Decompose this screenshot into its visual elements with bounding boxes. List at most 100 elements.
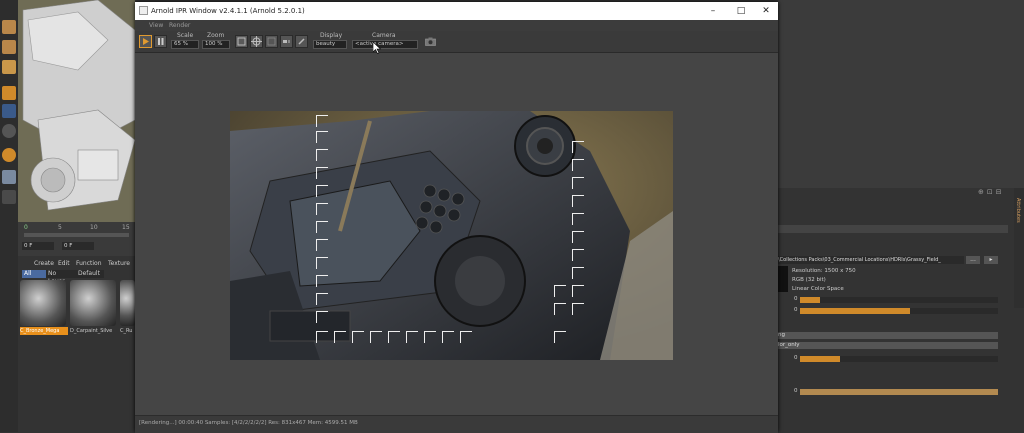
render-bucket <box>316 149 328 161</box>
render-bucket <box>572 231 584 243</box>
render-mech-image <box>230 111 673 360</box>
side-tab-label: Attributes <box>1015 198 1021 223</box>
timeline-tick: 0 <box>24 224 28 231</box>
render-bucket <box>554 331 566 343</box>
render-bucket <box>316 293 328 305</box>
snap-icon[interactable] <box>2 124 16 138</box>
menu-edit[interactable]: Edit <box>58 260 70 268</box>
maximize-icon[interactable]: □ <box>727 2 755 20</box>
display-dropdown[interactable]: beauty <box>313 40 347 49</box>
render-bucket <box>316 131 328 143</box>
crosshair-icon <box>251 36 262 47</box>
render-bucket <box>316 257 328 269</box>
scale-label: Scale <box>177 32 194 39</box>
tab-no-layer[interactable]: No Layer <box>46 270 76 285</box>
browse-button[interactable]: ... <box>966 256 980 264</box>
zoom-field[interactable]: 100 % <box>202 40 230 49</box>
menu-view[interactable]: View <box>149 20 163 31</box>
channel-button[interactable] <box>280 35 293 48</box>
menu-function[interactable]: Function <box>76 260 102 268</box>
slider-fill <box>800 297 820 303</box>
title-bar[interactable]: Arnold IPR Window v2.4.1.1 (Arnold 5.2.0… <box>135 2 778 20</box>
tab-all[interactable]: All <box>22 270 46 278</box>
render-image[interactable] <box>230 111 673 360</box>
side-tab[interactable]: Attributes <box>1014 188 1024 308</box>
render-bucket <box>316 167 328 179</box>
value-label: 0 <box>794 307 798 313</box>
host-left-toolbar <box>0 0 19 432</box>
menu-create[interactable]: Create <box>34 260 54 268</box>
frame-field-2[interactable]: 0 F <box>62 242 94 250</box>
grid-icon <box>267 37 276 46</box>
render-bucket <box>572 285 584 297</box>
render-bucket <box>316 221 328 233</box>
checker-icon[interactable] <box>2 170 16 184</box>
layer-icon[interactable] <box>2 190 16 204</box>
grid-icon[interactable] <box>2 104 16 118</box>
dropdown-a[interactable]: ng <box>778 332 998 339</box>
scale-field[interactable]: 65 % <box>171 40 199 49</box>
material-preview[interactable] <box>20 280 66 326</box>
render-bucket <box>572 303 584 315</box>
pause-icon <box>158 38 164 45</box>
host-3d-viewport[interactable] <box>18 0 135 222</box>
texture-resolution: Resolution: 1500 x 750 <box>792 268 856 274</box>
render-bucket <box>316 239 328 251</box>
host-timeline[interactable]: 0 5 10 15 0 F 0 F <box>18 222 135 256</box>
material-name[interactable]: C_Ru <box>120 327 135 335</box>
menu-texture[interactable]: Texture <box>108 260 130 268</box>
timeline-ruler[interactable]: 0 5 10 15 <box>22 224 131 232</box>
grid-button[interactable] <box>265 35 278 48</box>
material-preview[interactable] <box>120 280 135 326</box>
region-button[interactable] <box>235 35 248 48</box>
play-icon <box>143 38 149 45</box>
file-path-field[interactable]: \Collections Packs\03_Commercial Locatio… <box>778 256 964 264</box>
render-bucket <box>370 331 382 343</box>
options-button[interactable]: ▸ <box>984 256 998 264</box>
dropdown-b[interactable]: lor_only <box>778 342 998 349</box>
menu-render[interactable]: Render <box>169 20 190 31</box>
axis-icon[interactable] <box>2 86 16 100</box>
pause-button[interactable] <box>154 35 167 48</box>
render-bucket <box>316 185 328 197</box>
material-name[interactable]: D_Carpaint_Silve <box>70 327 118 335</box>
cube-icon[interactable] <box>2 40 16 54</box>
render-canvas[interactable] <box>135 53 778 415</box>
cube-icon[interactable] <box>2 60 16 74</box>
timeline-tick: 15 <box>122 224 130 231</box>
play-button[interactable] <box>139 35 152 48</box>
timeline-tick: 5 <box>58 224 62 231</box>
value-label: 0 <box>794 296 798 302</box>
viewport-robot-wireframe <box>18 0 135 222</box>
close-icon[interactable]: ✕ <box>752 2 780 20</box>
render-bucket <box>316 115 328 127</box>
render-bucket <box>572 159 584 171</box>
material-name[interactable]: C_Bronze_Mega <box>20 327 68 335</box>
timeline-bar[interactable] <box>24 233 129 237</box>
render-bucket <box>572 267 584 279</box>
slider-fill[interactable] <box>800 389 998 395</box>
host-attribute-panel: ⊕⊡⊟ Attributes \Collections Packs\03_Com… <box>778 0 1024 432</box>
crosshair-button[interactable] <box>250 35 263 48</box>
app-icon <box>139 6 148 15</box>
material-preview[interactable] <box>70 280 116 326</box>
camera-dropdown[interactable]: <active camera> <box>352 40 418 49</box>
slider-track[interactable] <box>800 297 998 303</box>
panel-header <box>778 225 1008 233</box>
eyedropper-icon <box>298 38 305 45</box>
render-bucket <box>572 177 584 189</box>
value-label: 0 <box>794 355 798 361</box>
magnet-icon[interactable] <box>2 148 16 162</box>
panel-icons: ⊕⊡⊟ <box>978 188 1005 196</box>
snapshot-button[interactable] <box>425 37 436 46</box>
eyedropper-button[interactable] <box>295 35 308 48</box>
tab-default[interactable]: Default <box>76 270 104 278</box>
frame-field[interactable]: 0 F <box>22 242 54 250</box>
minimize-icon[interactable]: – <box>699 2 727 20</box>
ipr-toolbar: Scale 65 % Zoom 100 % Display beauty Cam… <box>135 31 778 53</box>
render-bucket <box>572 195 584 207</box>
material-manager: Create Edit Function Texture All No Laye… <box>18 256 135 432</box>
render-bucket <box>554 285 566 297</box>
cube-icon[interactable] <box>2 20 16 34</box>
render-bucket <box>316 275 328 287</box>
